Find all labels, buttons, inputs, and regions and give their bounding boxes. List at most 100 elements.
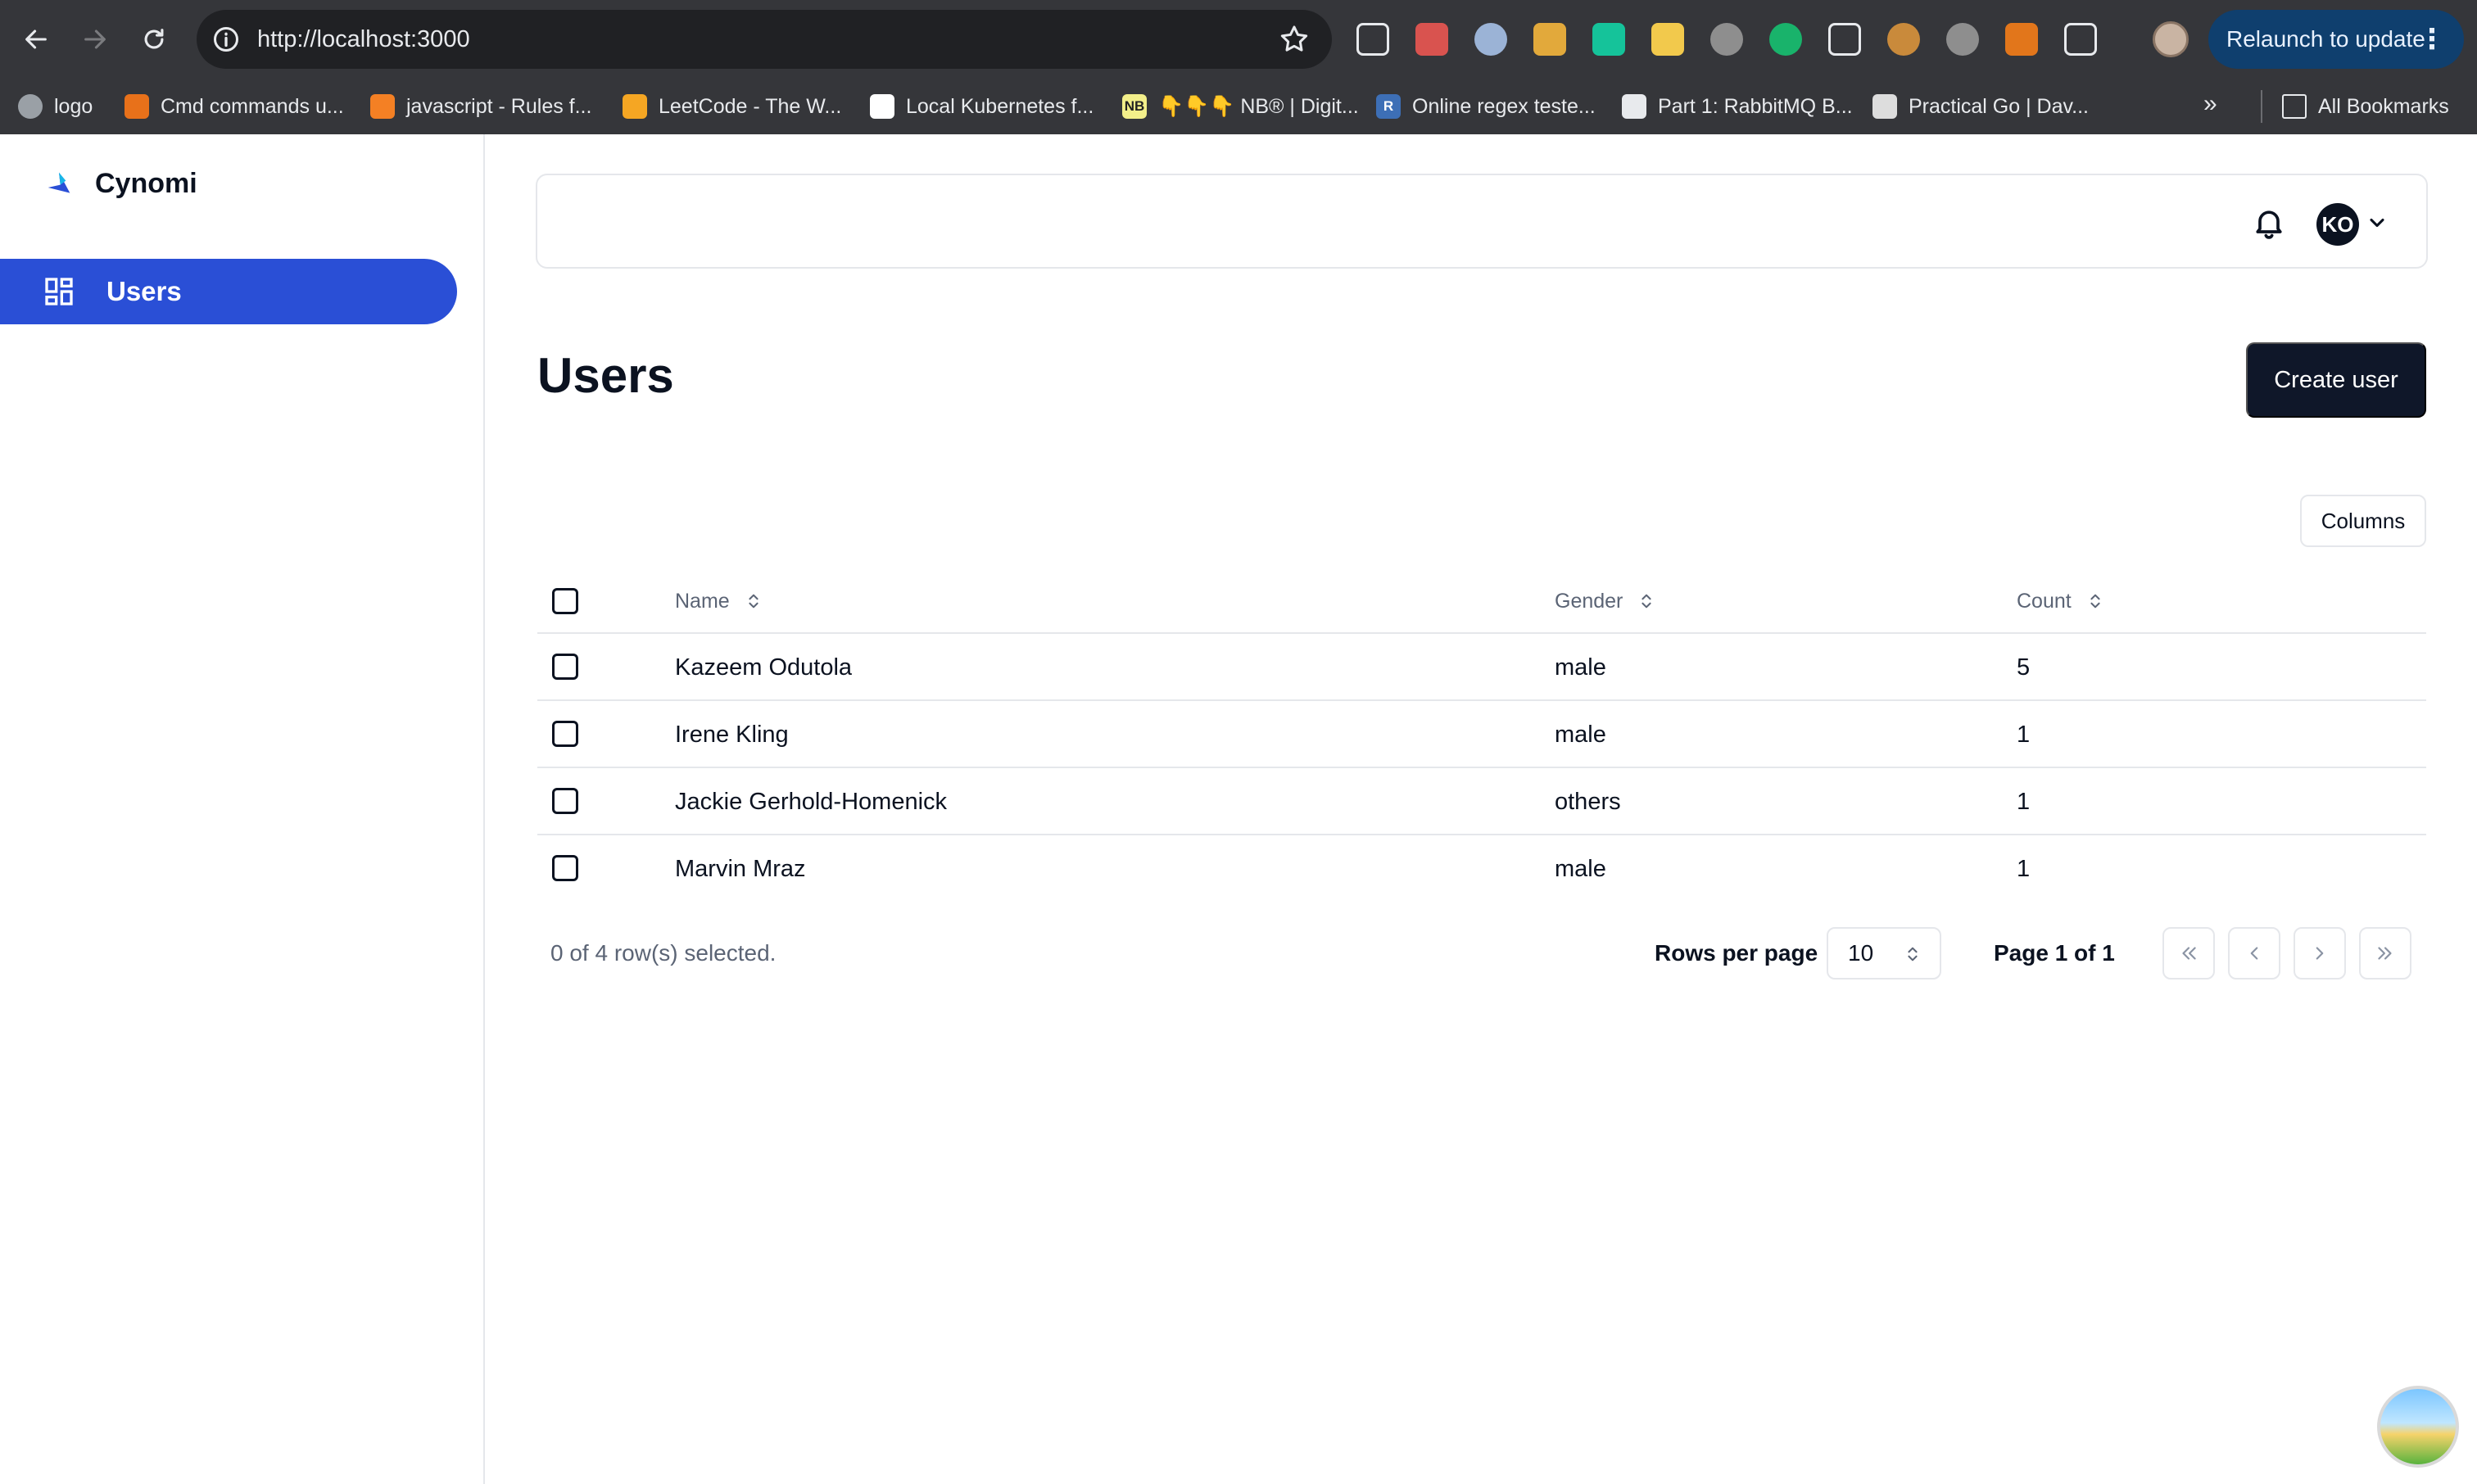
row-checkbox[interactable] <box>552 721 578 747</box>
chevron-up-down-icon <box>1908 947 1918 961</box>
cube-icon[interactable] <box>1356 23 1389 56</box>
leaf-icon[interactable] <box>1828 23 1861 56</box>
rows-per-page-label: Rows per page <box>1655 940 1818 966</box>
cell-gender: male <box>1555 654 1606 681</box>
sidebar-item-users[interactable]: Users <box>0 259 457 324</box>
table-row[interactable]: Kazeem Odutola male 5 <box>537 634 2426 701</box>
regex-icon: R <box>1376 94 1401 119</box>
stackoverflow-icon <box>370 94 395 119</box>
forward-button[interactable] <box>75 20 115 59</box>
lock-icon[interactable] <box>1651 23 1684 56</box>
bookmark-item[interactable]: All Bookmarks <box>2282 90 2449 123</box>
users-table: Name Gender Count Kazeem Odutola male 5 … <box>537 568 2426 903</box>
bookmark-label: 👇👇👇 NB® | Digit... <box>1158 94 1359 118</box>
chevron-right-icon <box>2316 947 2324 960</box>
cell-count: 5 <box>2017 654 2031 681</box>
page-info: Page 1 of 1 <box>1994 940 2115 966</box>
bookmark-item[interactable]: Cmd commands u... <box>125 90 344 123</box>
bookmark-item[interactable]: Part 1: RabbitMQ B... <box>1622 90 1853 123</box>
selection-status: 0 of 4 row(s) selected. <box>550 940 777 966</box>
sort-icon[interactable] <box>2086 592 2104 610</box>
next-page-button[interactable] <box>2294 927 2346 980</box>
cell-count: 1 <box>2017 856 2031 882</box>
relaunch-button[interactable]: Relaunch to update ⋮ <box>2208 10 2464 69</box>
bookmark-star-icon[interactable] <box>1278 23 1311 56</box>
address-bar[interactable]: http://localhost:3000 <box>197 10 1332 69</box>
cell-gender: male <box>1555 856 1606 882</box>
relaunch-label: Relaunch to update <box>2226 26 2425 52</box>
bookmark-label: Local Kubernetes f... <box>906 94 1094 118</box>
gift-icon[interactable] <box>1415 23 1448 56</box>
bookmark-item[interactable]: NB 👇👇👇 NB® | Digit... <box>1122 90 1359 123</box>
leetcode-icon <box>623 94 647 119</box>
sort-icon[interactable] <box>1637 592 1655 610</box>
puzzle-icon[interactable] <box>2064 23 2097 56</box>
stack-icon <box>125 94 149 119</box>
columns-button[interactable]: Columns <box>2300 495 2426 547</box>
sort-icon[interactable] <box>745 592 763 610</box>
row-checkbox[interactable] <box>552 654 578 680</box>
create-user-button[interactable]: Create user <box>2246 342 2426 418</box>
row-checkbox[interactable] <box>552 855 578 881</box>
bell-icon[interactable] <box>2251 205 2287 241</box>
rows-per-page-value: 10 <box>1848 940 1874 966</box>
rows-per-page-select[interactable]: 10 <box>1827 927 1941 980</box>
palette-icon[interactable] <box>1533 23 1566 56</box>
cell-name: Marvin Mraz <box>675 856 806 882</box>
medium-icon <box>870 94 894 119</box>
nb-icon: NB <box>1122 94 1147 119</box>
table-row[interactable]: Marvin Mraz male 1 <box>537 835 2426 903</box>
chevrons-left-icon <box>2182 947 2196 960</box>
select-all-checkbox[interactable] <box>552 588 578 614</box>
menu-dots-icon[interactable]: ⋮ <box>2418 10 2446 69</box>
table-row[interactable]: Jackie Gerhold-Homenick others 1 <box>537 768 2426 835</box>
grammarly-icon[interactable] <box>1592 23 1625 56</box>
site-info-icon[interactable] <box>211 25 241 54</box>
cell-name: Kazeem Odutola <box>675 654 853 681</box>
arrow-left-icon <box>25 29 47 49</box>
address-url[interactable]: http://localhost:3000 <box>257 10 470 69</box>
circle-icon[interactable] <box>1474 23 1507 56</box>
cynomi-logo-icon <box>48 172 70 193</box>
reload-icon <box>144 29 164 49</box>
cookie-icon[interactable] <box>1887 23 1920 56</box>
back-button[interactable] <box>16 20 56 59</box>
page-title: Users <box>537 348 674 403</box>
column-header-name[interactable]: Name <box>675 568 763 634</box>
bookmark-item[interactable]: logo <box>18 90 93 123</box>
row-checkbox[interactable] <box>552 788 578 814</box>
bookmark-label: Practical Go | Dav... <box>1909 94 2089 118</box>
bookmark-item[interactable]: Practical Go | Dav... <box>1872 90 2089 123</box>
column-header-gender[interactable]: Gender <box>1555 568 1655 634</box>
table-row[interactable]: Irene Kling male 1 <box>537 701 2426 768</box>
bookmark-item[interactable]: Local Kubernetes f... <box>870 90 1094 123</box>
chart-icon[interactable] <box>1710 23 1743 56</box>
beach-helper-icon[interactable] <box>2377 1386 2459 1468</box>
bookmark-item[interactable]: R Online regex teste... <box>1376 90 1596 123</box>
fox-icon[interactable] <box>2005 23 2038 56</box>
bookmark-label: LeetCode - The W... <box>659 94 842 118</box>
gopher-icon <box>1872 94 1897 119</box>
bookmark-item[interactable]: LeetCode - The W... <box>623 90 841 123</box>
more-bookmarks-icon[interactable]: » <box>2203 90 2217 118</box>
user-avatar[interactable]: KO <box>2316 203 2359 246</box>
column-header-count[interactable]: Count <box>2017 568 2104 634</box>
bookmark-item[interactable]: javascript - Rules f... <box>370 90 591 123</box>
bookmarks-divider <box>2261 90 2262 123</box>
cell-count: 1 <box>2017 722 2031 748</box>
reload-button[interactable] <box>134 20 174 59</box>
last-page-button[interactable] <box>2359 927 2411 980</box>
bookmark-label: Cmd commands u... <box>161 94 344 118</box>
cell-count: 1 <box>2017 789 2031 815</box>
brand[interactable]: Cynomi <box>43 167 197 200</box>
column-header-label: Gender <box>1555 590 1623 613</box>
column-header-label: Count <box>2017 590 2072 613</box>
table-header-row: Name Gender Count <box>537 568 2426 634</box>
previous-page-button[interactable] <box>2228 927 2280 980</box>
chevron-down-icon[interactable] <box>2366 211 2389 234</box>
profile-avatar[interactable] <box>2153 21 2189 57</box>
compass-icon[interactable] <box>1946 23 1979 56</box>
column-header-label: Name <box>675 590 730 613</box>
target-icon[interactable] <box>1769 23 1802 56</box>
first-page-button[interactable] <box>2162 927 2215 980</box>
